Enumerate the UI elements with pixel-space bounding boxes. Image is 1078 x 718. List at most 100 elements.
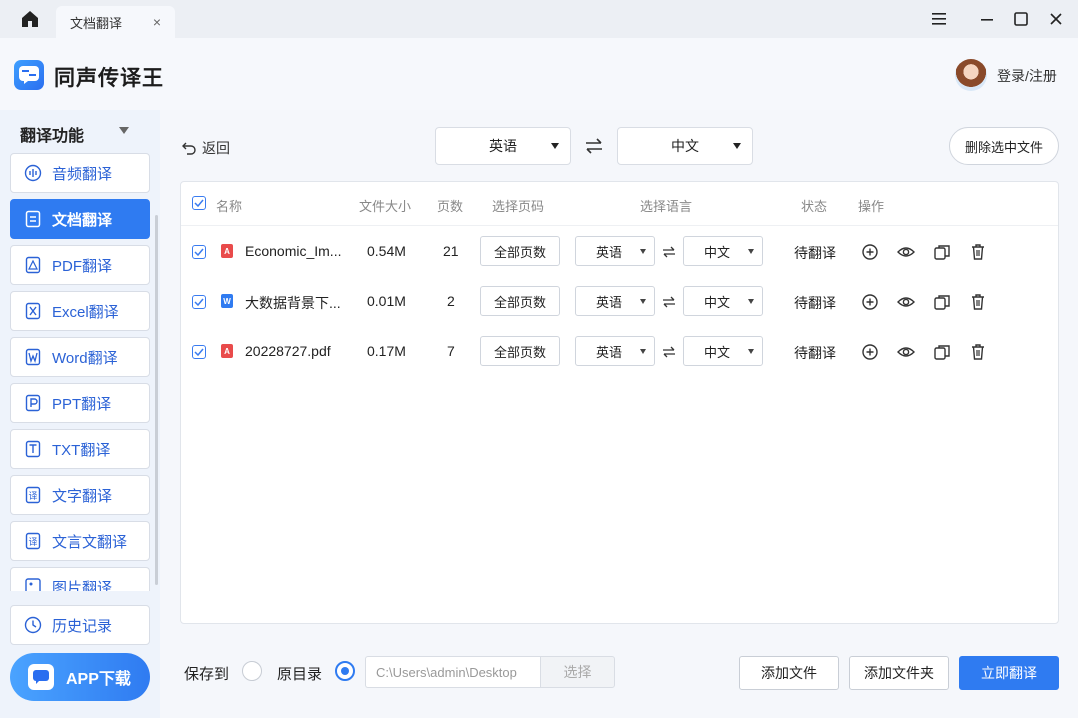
sidebar-item-history[interactable]: 历史记录 (10, 605, 150, 645)
back-button[interactable]: 返回 (182, 138, 230, 158)
sidebar-item-label: 文字翻译 (52, 487, 113, 505)
chevron-down-icon[interactable] (119, 127, 129, 134)
trash-icon[interactable] (969, 243, 987, 261)
caret-down-icon (748, 299, 754, 304)
file-name: 大数据背景下... (245, 295, 341, 311)
add-folder-button[interactable]: 添加文件夹 (849, 656, 949, 690)
caret-down-icon (733, 143, 741, 149)
back-label: 返回 (202, 140, 230, 156)
row-checkbox[interactable] (192, 295, 206, 309)
excel-icon (24, 302, 42, 320)
sidebar-item-excel[interactable]: Excel翻译 (10, 291, 150, 331)
page-select-button[interactable]: 全部页数 (480, 336, 560, 366)
target-language-value: 中文 (671, 138, 699, 154)
row-checkbox[interactable] (192, 245, 206, 259)
eye-icon[interactable] (897, 343, 915, 361)
swap-icon[interactable] (662, 245, 676, 258)
sidebar-item-word[interactable]: Word翻译 (10, 337, 150, 377)
add-circle-icon[interactable] (861, 343, 879, 361)
sidebar-item-ppt[interactable]: PPT翻译 (10, 383, 150, 423)
minimize-icon[interactable] (976, 9, 998, 29)
sidebar-item-label: 历史记录 (52, 617, 113, 635)
copy-icon[interactable] (933, 243, 951, 261)
sidebar-item-classical[interactable]: 译 文言文翻译 (10, 521, 150, 561)
maximize-icon[interactable] (1010, 9, 1032, 29)
swap-icon[interactable] (662, 295, 676, 308)
delete-selected-button[interactable]: 删除选中文件 (949, 127, 1059, 165)
caret-down-icon (640, 299, 646, 304)
sidebar-item-label: 音频翻译 (52, 165, 113, 183)
swap-languages-icon[interactable] (584, 137, 604, 155)
copy-icon[interactable] (933, 293, 951, 311)
sidebar-item-audio[interactable]: 音频翻译 (10, 153, 150, 193)
add-file-button[interactable]: 添加文件 (739, 656, 839, 690)
undo-arrow-icon (182, 141, 197, 155)
menu-icon[interactable] (928, 9, 950, 29)
copy-icon[interactable] (933, 343, 951, 361)
row-checkbox[interactable] (192, 345, 206, 359)
page-select-button[interactable]: 全部页数 (480, 236, 560, 266)
source-language-select[interactable]: 英语 (435, 127, 571, 165)
trash-icon[interactable] (969, 293, 987, 311)
file-size: 0.17M (367, 343, 406, 359)
svg-text:译: 译 (28, 491, 37, 502)
row-target-lang-select[interactable]: 中文 (683, 286, 763, 316)
row-source-lang: 英语 (595, 244, 622, 260)
caret-down-icon (551, 143, 559, 149)
sidebar-heading: 翻译功能 (20, 128, 85, 145)
table-row[interactable]: A 20228727.pdf 0.17M 7 全部页数 英语 中文 待翻译 (181, 327, 1058, 377)
sidebar-item-pdf[interactable]: PDF翻译 (10, 245, 150, 285)
row-source-lang-select[interactable]: 英语 (575, 286, 655, 316)
image-icon (24, 577, 42, 591)
app-title: 同声传译王 (54, 67, 164, 90)
row-source-lang-select[interactable]: 英语 (575, 236, 655, 266)
original-dir-label: 原目录 (277, 666, 323, 683)
word-file-icon: W (221, 294, 233, 308)
file-name: Economic_Im... (245, 243, 342, 259)
row-target-lang-select[interactable]: 中文 (683, 336, 763, 366)
sidebar-item-document[interactable]: 文档翻译 (10, 199, 150, 239)
status-text: 待翻译 (794, 245, 836, 261)
add-circle-icon[interactable] (861, 243, 879, 261)
table-row[interactable]: A Economic_Im... 0.54M 21 全部页数 英语 中文 待翻译 (181, 227, 1058, 277)
sidebar-item-txt[interactable]: TXT翻译 (10, 429, 150, 469)
swap-icon[interactable] (662, 345, 676, 358)
sidebar-scrollbar[interactable] (155, 215, 158, 585)
eye-icon[interactable] (897, 293, 915, 311)
page-select-button[interactable]: 全部页数 (480, 286, 560, 316)
login-register-link[interactable]: 登录/注册 (997, 66, 1057, 86)
file-table: 名称 文件大小 页数 选择页码 选择语言 状态 操作 A Economic_Im… (180, 181, 1059, 624)
file-pages: 21 (443, 243, 459, 259)
sidebar-item-image[interactable]: 图片翻译 (10, 567, 150, 591)
translate-now-button[interactable]: 立即翻译 (959, 656, 1059, 690)
sidebar-item-text[interactable]: 译 文字翻译 (10, 475, 150, 515)
sidebar-item-label: 文档翻译 (52, 211, 113, 229)
tab-label: 文档翻译 (70, 15, 123, 31)
save-path-input[interactable]: C:\Users\admin\Desktop (365, 656, 541, 688)
home-icon[interactable] (18, 9, 42, 29)
save-custom-radio[interactable] (242, 661, 262, 681)
close-icon[interactable] (1045, 9, 1067, 29)
app-download-button[interactable]: APP下载 (10, 653, 150, 701)
col-page-select: 选择页码 (492, 199, 545, 214)
tab-document-translate[interactable]: 文档翻译 × (56, 6, 175, 38)
row-target-lang: 中文 (703, 294, 730, 310)
row-source-lang-select[interactable]: 英语 (575, 336, 655, 366)
eye-icon[interactable] (897, 243, 915, 261)
row-source-lang: 英语 (595, 344, 622, 360)
row-target-lang-select[interactable]: 中文 (683, 236, 763, 266)
table-row[interactable]: W 大数据背景下... 0.01M 2 全部页数 英语 中文 待翻译 (181, 277, 1058, 327)
original-dir-radio[interactable] (335, 661, 355, 681)
app-download-label: APP下载 (66, 671, 131, 688)
avatar[interactable] (955, 59, 987, 91)
choose-folder-button[interactable]: 选择 (540, 656, 615, 688)
sidebar-item-label: 文言文翻译 (52, 533, 128, 551)
tab-close-icon[interactable]: × (153, 14, 161, 30)
row-target-lang: 中文 (703, 244, 730, 260)
app-logo-icon (28, 664, 54, 690)
select-all-checkbox[interactable] (192, 196, 206, 210)
trash-icon[interactable] (969, 343, 987, 361)
file-pages: 2 (447, 293, 455, 309)
add-circle-icon[interactable] (861, 293, 879, 311)
target-language-select[interactable]: 中文 (617, 127, 753, 165)
